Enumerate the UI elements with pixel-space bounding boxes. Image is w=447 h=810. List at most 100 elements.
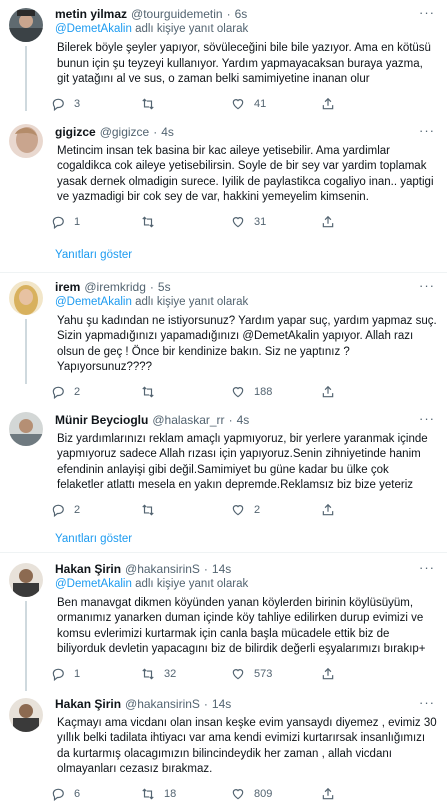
- reply-icon: [52, 668, 64, 681]
- separator-dot: ·: [203, 696, 208, 711]
- tweet-actions: 3 41: [51, 94, 437, 114]
- author-handle[interactable]: @hakansirinS: [125, 696, 200, 712]
- more-icon[interactable]: ···: [419, 411, 435, 426]
- timestamp[interactable]: 6s: [235, 6, 248, 22]
- reply-mention[interactable]: @DemetAkalin: [55, 296, 132, 308]
- retweet-icon: [142, 668, 154, 679]
- author-handle[interactable]: @gigizce: [100, 124, 150, 140]
- reply-button[interactable]: 3: [51, 97, 141, 111]
- tweet[interactable]: Hakan Şirin @hakansirinS · 14s ··· @Deme…: [0, 553, 447, 691]
- like-button[interactable]: 809: [231, 787, 321, 801]
- like-count: 41: [254, 97, 267, 110]
- separator-dot: ·: [228, 412, 233, 427]
- like-button[interactable]: 573: [231, 667, 321, 681]
- separator-dot: ·: [226, 7, 231, 21]
- more-icon[interactable]: ···: [419, 695, 435, 710]
- tweet-text: Bilerek böyle şeyler yapıyor, sövüleceği…: [57, 42, 431, 85]
- reply-button[interactable]: 1: [51, 215, 141, 229]
- avatar[interactable]: [9, 697, 43, 732]
- tweet[interactable]: Hakan Şirin @hakansirinS · 14s ··· Kaçma…: [0, 690, 447, 810]
- share-icon: [322, 667, 334, 679]
- author-handle[interactable]: @halaskar_rr: [152, 412, 224, 428]
- reply-button[interactable]: 1: [51, 667, 141, 681]
- reply-prefix: adlı kişiye yanıt olarak: [135, 23, 249, 35]
- retweet-button[interactable]: [141, 97, 231, 111]
- reply-mention[interactable]: @DemetAkalin: [55, 23, 132, 35]
- show-replies-link[interactable]: Yanıtları göster: [0, 526, 447, 553]
- avatar[interactable]: [9, 280, 43, 315]
- reply-count: 3: [74, 97, 81, 110]
- reply-prefix: adlı kişiye yanıt olarak: [135, 295, 249, 308]
- share-button[interactable]: [321, 787, 335, 801]
- avatar[interactable]: [9, 562, 43, 597]
- retweet-icon: [142, 98, 154, 109]
- retweet-icon: [142, 788, 154, 799]
- author-name[interactable]: Hakan Şirin: [55, 561, 121, 577]
- heart-icon: [232, 216, 244, 227]
- like-count: 809: [254, 787, 273, 800]
- tweet-text: Ben manavgat dikmen köyünden yanan köyle…: [57, 596, 426, 656]
- reply-icon: [52, 98, 64, 111]
- retweet-button[interactable]: 32: [141, 667, 231, 681]
- timestamp[interactable]: 4s: [237, 412, 250, 428]
- like-count: 188: [254, 385, 273, 398]
- retweet-count: 32: [164, 667, 177, 680]
- like-count: 2: [254, 503, 261, 516]
- reply-mention[interactable]: @DemetAkalin: [55, 578, 132, 590]
- tweet-text: Kaçmayı ama vicdanı olan insan keşke evi…: [57, 716, 437, 776]
- like-button[interactable]: 41: [231, 97, 321, 111]
- retweet-button[interactable]: [141, 215, 231, 229]
- show-replies-link[interactable]: Yanıtları göster: [0, 238, 447, 273]
- timestamp[interactable]: 4s: [161, 124, 174, 140]
- more-icon[interactable]: ···: [419, 560, 435, 575]
- avatar[interactable]: [9, 411, 43, 446]
- author-name[interactable]: Münir Beycioglu: [55, 412, 148, 428]
- reply-button[interactable]: 2: [51, 503, 141, 517]
- author-name[interactable]: gigizce: [55, 124, 96, 140]
- share-button[interactable]: [321, 215, 335, 229]
- tweet[interactable]: metin yilmaz @tourguidemetin · 6s ··· @D…: [0, 0, 447, 120]
- like-count: 573: [254, 667, 273, 680]
- share-icon: [322, 787, 334, 799]
- more-icon[interactable]: ···: [419, 6, 435, 20]
- reply-context: @DemetAkalin adlı kişiye yanıt olarak: [55, 577, 437, 592]
- retweet-button[interactable]: 18: [141, 787, 231, 801]
- reply-icon: [52, 216, 64, 229]
- retweet-button[interactable]: [141, 503, 231, 517]
- timestamp[interactable]: 14s: [212, 561, 231, 577]
- share-button[interactable]: [321, 385, 335, 399]
- tweet-actions: 6 18 809: [51, 784, 437, 804]
- author-name[interactable]: irem: [55, 279, 80, 295]
- more-icon[interactable]: ···: [419, 123, 435, 138]
- reply-context: @DemetAkalin adlı kişiye yanıt olarak: [55, 22, 437, 37]
- author-name[interactable]: Hakan Şirin: [55, 696, 121, 712]
- tweet-actions: 2 188: [51, 382, 437, 402]
- author-handle[interactable]: @tourguidemetin: [131, 6, 223, 22]
- tweet[interactable]: gigizce @gigizce · 4s ··· Metincim insan…: [0, 120, 447, 238]
- timestamp[interactable]: 14s: [212, 696, 231, 712]
- like-button[interactable]: 188: [231, 385, 321, 399]
- share-button[interactable]: [321, 667, 335, 681]
- reply-button[interactable]: 6: [51, 787, 141, 801]
- author-handle[interactable]: @iremkridg: [84, 279, 146, 295]
- reply-button[interactable]: 2: [51, 385, 141, 399]
- share-button[interactable]: [321, 503, 335, 517]
- reply-count: 1: [74, 215, 81, 228]
- avatar[interactable]: [9, 8, 43, 42]
- thread-connector: [25, 318, 27, 384]
- share-button[interactable]: [321, 97, 335, 111]
- like-button[interactable]: 2: [231, 503, 321, 517]
- separator-dot: ·: [153, 124, 158, 139]
- like-button[interactable]: 31: [231, 215, 321, 229]
- reply-context: @DemetAkalin adlı kişiye yanıt olarak: [55, 295, 437, 310]
- retweet-icon: [142, 216, 154, 227]
- timestamp[interactable]: 5s: [158, 279, 171, 295]
- reply-count: 2: [74, 385, 81, 398]
- author-handle[interactable]: @hakansirinS: [125, 561, 200, 577]
- tweet[interactable]: Münir Beycioglu @halaskar_rr · 4s ··· Bi…: [0, 408, 447, 526]
- author-name[interactable]: metin yilmaz: [55, 6, 127, 22]
- avatar[interactable]: [9, 123, 43, 158]
- more-icon[interactable]: ···: [419, 278, 435, 293]
- retweet-button[interactable]: [141, 385, 231, 399]
- tweet[interactable]: irem @iremkridg · 5s ··· @DemetAkalin ad…: [0, 273, 447, 408]
